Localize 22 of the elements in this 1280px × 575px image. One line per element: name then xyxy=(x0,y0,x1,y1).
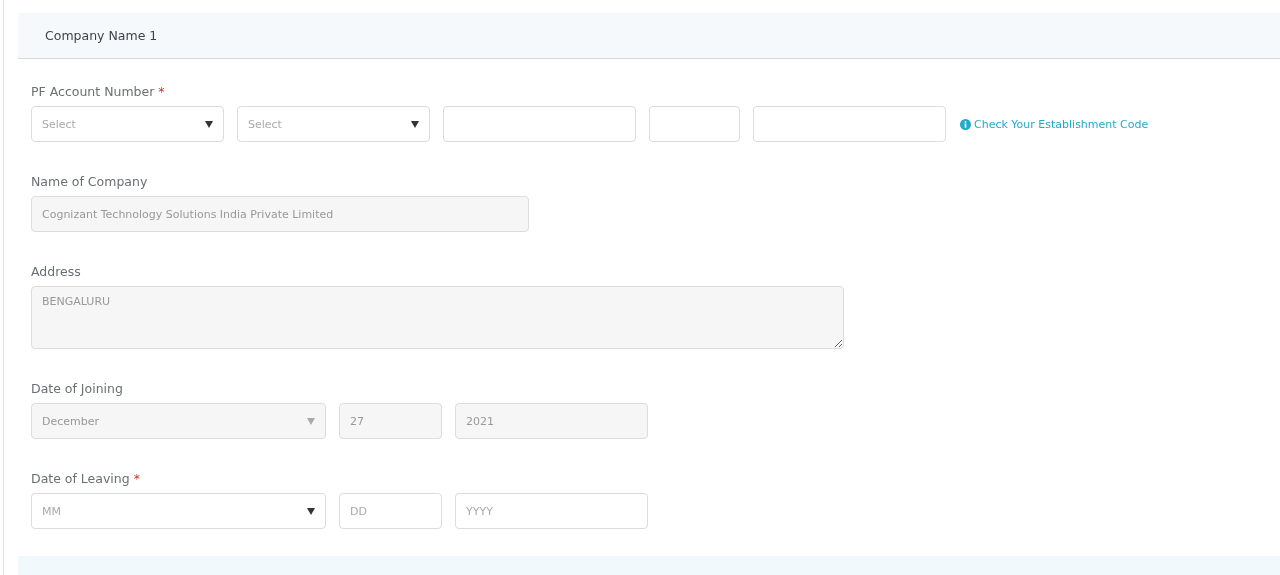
section-title: Company Name 1 xyxy=(45,28,158,43)
establishment-code-link[interactable]: Check Your Establishment Code xyxy=(960,117,1149,131)
field-label: Address xyxy=(31,265,81,279)
account-select[interactable]: Select xyxy=(237,106,430,142)
field-label: Date of Joining xyxy=(31,382,123,396)
month-select[interactable]: MM xyxy=(31,493,326,529)
required-asterisk: * xyxy=(133,472,140,486)
account-select[interactable]: Select xyxy=(31,106,224,142)
year-field[interactable]: YYYY xyxy=(455,493,648,529)
field-label: Date of Leaving xyxy=(31,472,130,486)
required-asterisk: * xyxy=(158,85,165,99)
account-input[interactable] xyxy=(649,106,740,142)
field-label: Name of Company xyxy=(31,175,148,189)
account-input[interactable] xyxy=(753,106,946,142)
day-field[interactable]: DD xyxy=(339,493,442,529)
field-label: PF Account Number xyxy=(31,85,155,99)
caret-icon xyxy=(307,507,315,515)
caret-icon xyxy=(411,120,419,128)
info-icon xyxy=(960,118,971,130)
caret-icon xyxy=(307,417,315,425)
account-input[interactable] xyxy=(443,106,636,142)
caret-icon xyxy=(205,120,213,128)
